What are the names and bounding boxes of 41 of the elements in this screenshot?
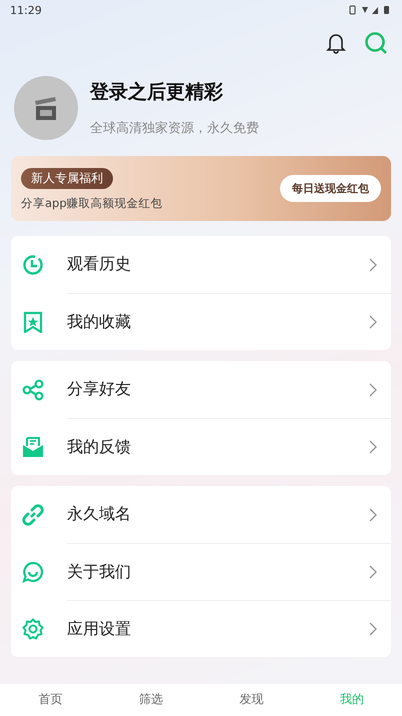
menu-item[interactable]: 应用设置 <box>22 600 391 657</box>
chevron-icon <box>369 382 377 396</box>
menu-label: 应用设置 <box>67 618 132 640</box>
tab-item[interactable]: 发现 <box>229 688 274 710</box>
status-icons <box>348 5 392 15</box>
chevron-icon <box>369 565 377 579</box>
avatar-icon[interactable] <box>14 76 78 140</box>
chevron-icon <box>369 622 377 636</box>
menu-label: 分享好友 <box>67 379 132 400</box>
menu-item[interactable]: 我的收藏 <box>22 293 391 350</box>
menu-label: 观看历史 <box>67 254 132 275</box>
tab-item[interactable]: 筛选 <box>128 688 173 710</box>
status-time: 11:29 <box>10 4 42 16</box>
bell-icon[interactable] <box>326 32 346 54</box>
settings-icon <box>22 618 44 640</box>
share-icon <box>22 378 44 400</box>
chevron-icon <box>369 440 377 454</box>
menu-item[interactable]: 我的反馈 <box>22 418 391 475</box>
bookmark-star-icon <box>22 310 44 332</box>
clock-icon <box>22 254 44 276</box>
menu-item[interactable]: 观看历史 <box>22 236 391 293</box>
chevron-icon <box>369 508 377 522</box>
chevron-icon <box>369 258 377 272</box>
menu-label: 关于我们 <box>67 562 132 582</box>
chevron-icon <box>369 315 377 329</box>
envelope-icon <box>22 436 44 458</box>
menu-label: 永久域名 <box>67 504 132 525</box>
link-icon <box>22 504 44 526</box>
chat-bubble-icon <box>22 560 44 582</box>
promo-banner[interactable]: 新人专属福利 分享app赚取高额现金红包 每日送现金红包 <box>11 156 391 221</box>
promo-badge: 新人专属福利 <box>21 168 113 188</box>
menu-label: 我的收藏 <box>67 312 132 332</box>
login-subtitle: 全球高清独家资源，永久免费 <box>90 120 259 137</box>
promo-button[interactable]: 每日送现金红包 <box>280 175 381 202</box>
login-title[interactable]: 登录之后更精彩 <box>90 79 259 105</box>
promo-text: 分享app赚取高额现金红包 <box>21 196 163 210</box>
tab-item[interactable]: 首页 <box>28 688 72 710</box>
menu-label: 我的反馈 <box>67 436 132 458</box>
menu-item[interactable]: 分享好友 <box>22 361 391 418</box>
menu-item[interactable]: 关于我们 <box>22 543 391 600</box>
menu-item[interactable]: 永久域名 <box>22 486 391 543</box>
